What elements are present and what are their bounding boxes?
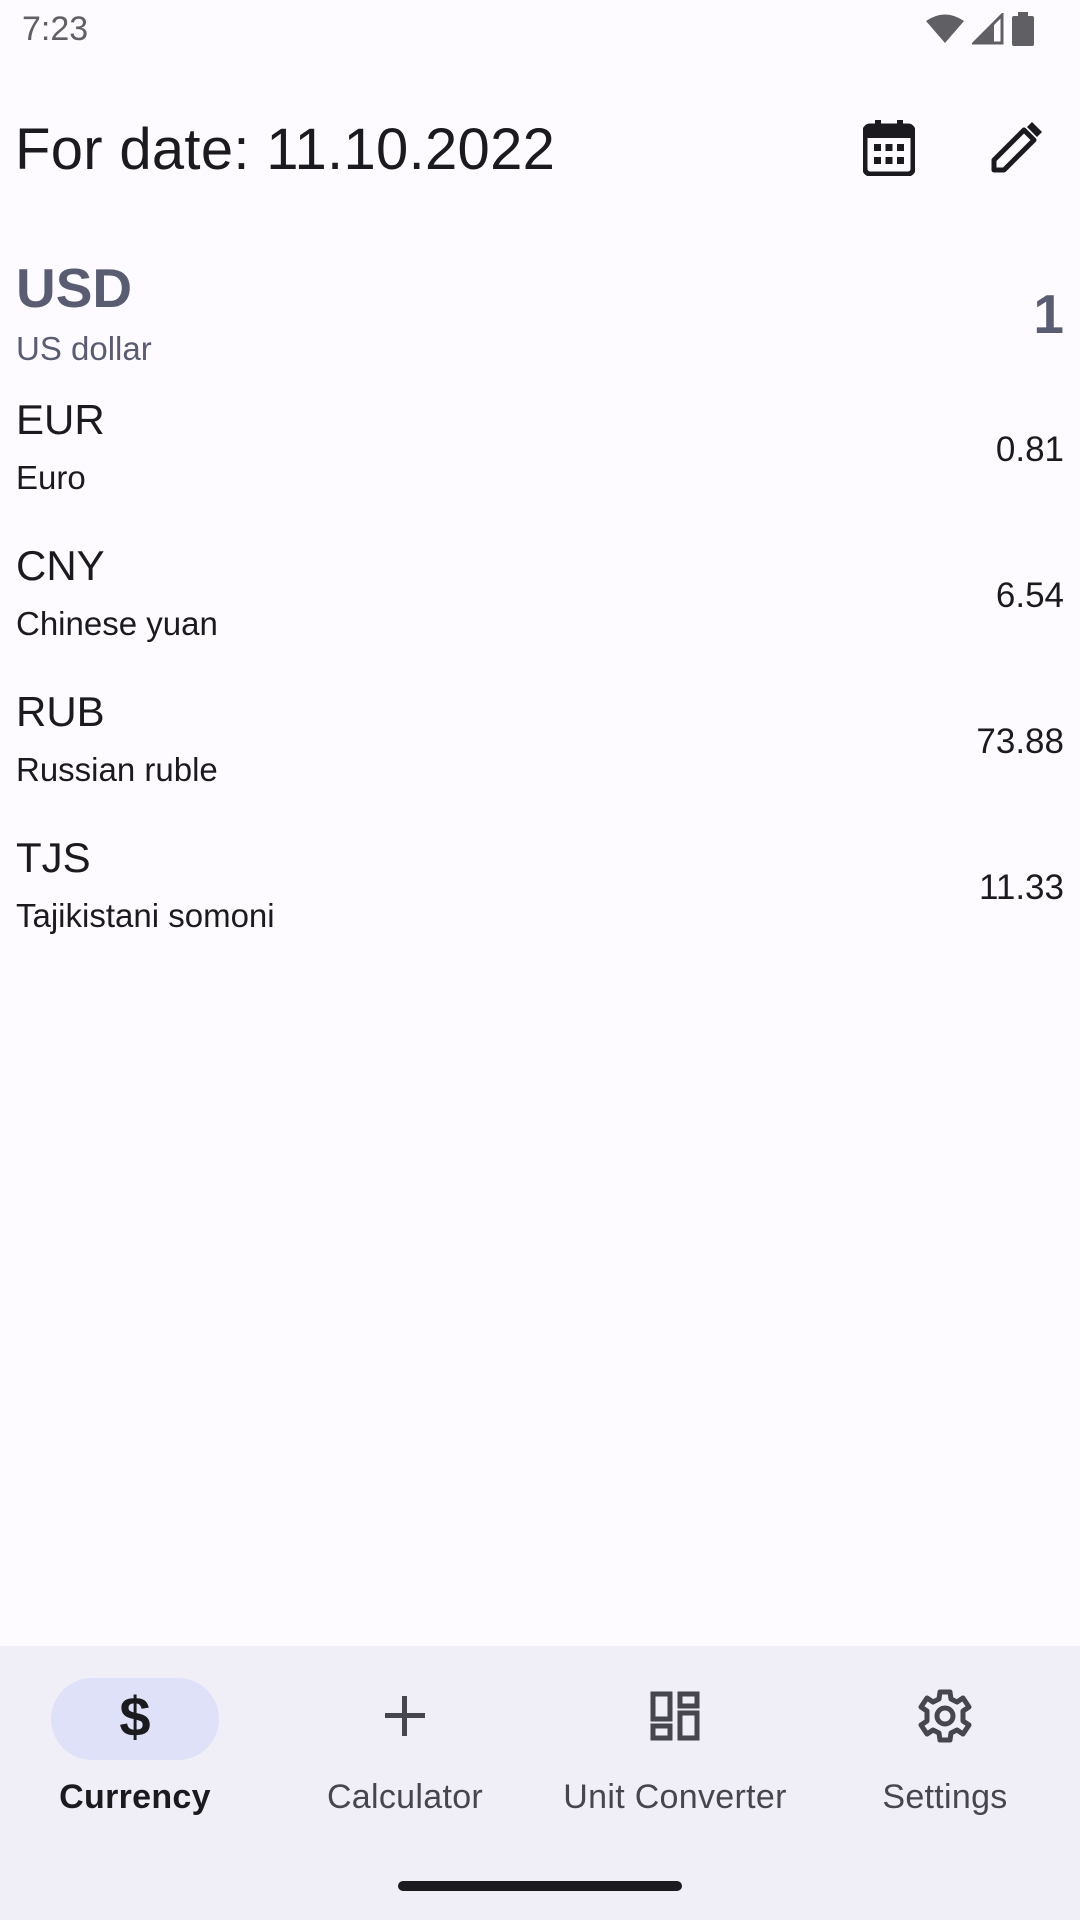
- edit-pencil-icon: [990, 121, 1042, 179]
- currency-value: 0.81: [995, 430, 1064, 469]
- nav-item-settings[interactable]: Settings: [810, 1678, 1080, 1838]
- currency-row-usd[interactable]: USD US dollar 1: [0, 244, 1080, 396]
- currency-value: 1: [1033, 283, 1064, 345]
- currency-value: 11.33: [979, 868, 1064, 907]
- dashboard-icon: [645, 1686, 705, 1746]
- currency-code: RUB: [16, 688, 105, 735]
- currency-name: Tajikistani somoni: [16, 897, 275, 934]
- currency-name: Russian ruble: [16, 751, 218, 788]
- currency-row-cny[interactable]: CNY Chinese yuan 6.54: [0, 542, 1080, 688]
- currency-code: CNY: [16, 542, 105, 589]
- currency-name: Euro: [16, 459, 86, 496]
- currency-row-rub[interactable]: RUB Russian ruble 73.88: [0, 688, 1080, 834]
- edit-button[interactable]: [978, 112, 1054, 188]
- currency-row-tjs[interactable]: TJS Tajikistani somoni 11.33: [0, 834, 1080, 980]
- plus-icon: [375, 1686, 435, 1746]
- bottom-navigation: $ Currency Calculator Unit Converter Set…: [0, 1646, 1080, 1920]
- screen: 7:23 For date: 11.10.2022 USD US dollar …: [0, 0, 1080, 1920]
- status-time: 7:23: [22, 10, 89, 48]
- nav-label: Currency: [59, 1778, 211, 1816]
- status-icons: [926, 11, 1034, 51]
- currency-value: 6.54: [995, 576, 1064, 615]
- currency-name: US dollar: [16, 330, 152, 367]
- wifi-icon: [926, 14, 964, 49]
- nav-item-currency[interactable]: $ Currency: [0, 1678, 270, 1838]
- home-indicator[interactable]: [398, 1881, 682, 1891]
- top-app-bar: For date: 11.10.2022: [0, 100, 1080, 200]
- gear-icon: [915, 1686, 975, 1746]
- currency-row-eur[interactable]: EUR Euro 0.81: [0, 396, 1080, 542]
- nav-item-unit-converter[interactable]: Unit Converter: [540, 1678, 810, 1838]
- dollar-icon: $: [105, 1686, 165, 1746]
- status-bar: 7:23: [0, 0, 1080, 64]
- calendar-icon: [862, 119, 916, 181]
- svg-text:$: $: [119, 1688, 150, 1744]
- currency-code: USD: [16, 257, 133, 319]
- currency-name: Chinese yuan: [16, 605, 218, 642]
- calendar-button[interactable]: [851, 112, 927, 188]
- page-title: For date: 11.10.2022: [15, 117, 556, 182]
- currency-list: USD US dollar 1 EUR Euro 0.81 CNY Chines…: [0, 244, 1080, 980]
- nav-item-calculator[interactable]: Calculator: [270, 1678, 540, 1838]
- cell-signal-icon: [970, 11, 1004, 50]
- currency-value: 73.88: [976, 722, 1064, 761]
- nav-label: Calculator: [326, 1778, 484, 1816]
- battery-icon: [1012, 12, 1034, 51]
- currency-code: TJS: [16, 834, 91, 881]
- nav-label: Unit Converter: [563, 1778, 787, 1816]
- currency-code: EUR: [16, 396, 105, 443]
- nav-label: Settings: [882, 1778, 1008, 1816]
